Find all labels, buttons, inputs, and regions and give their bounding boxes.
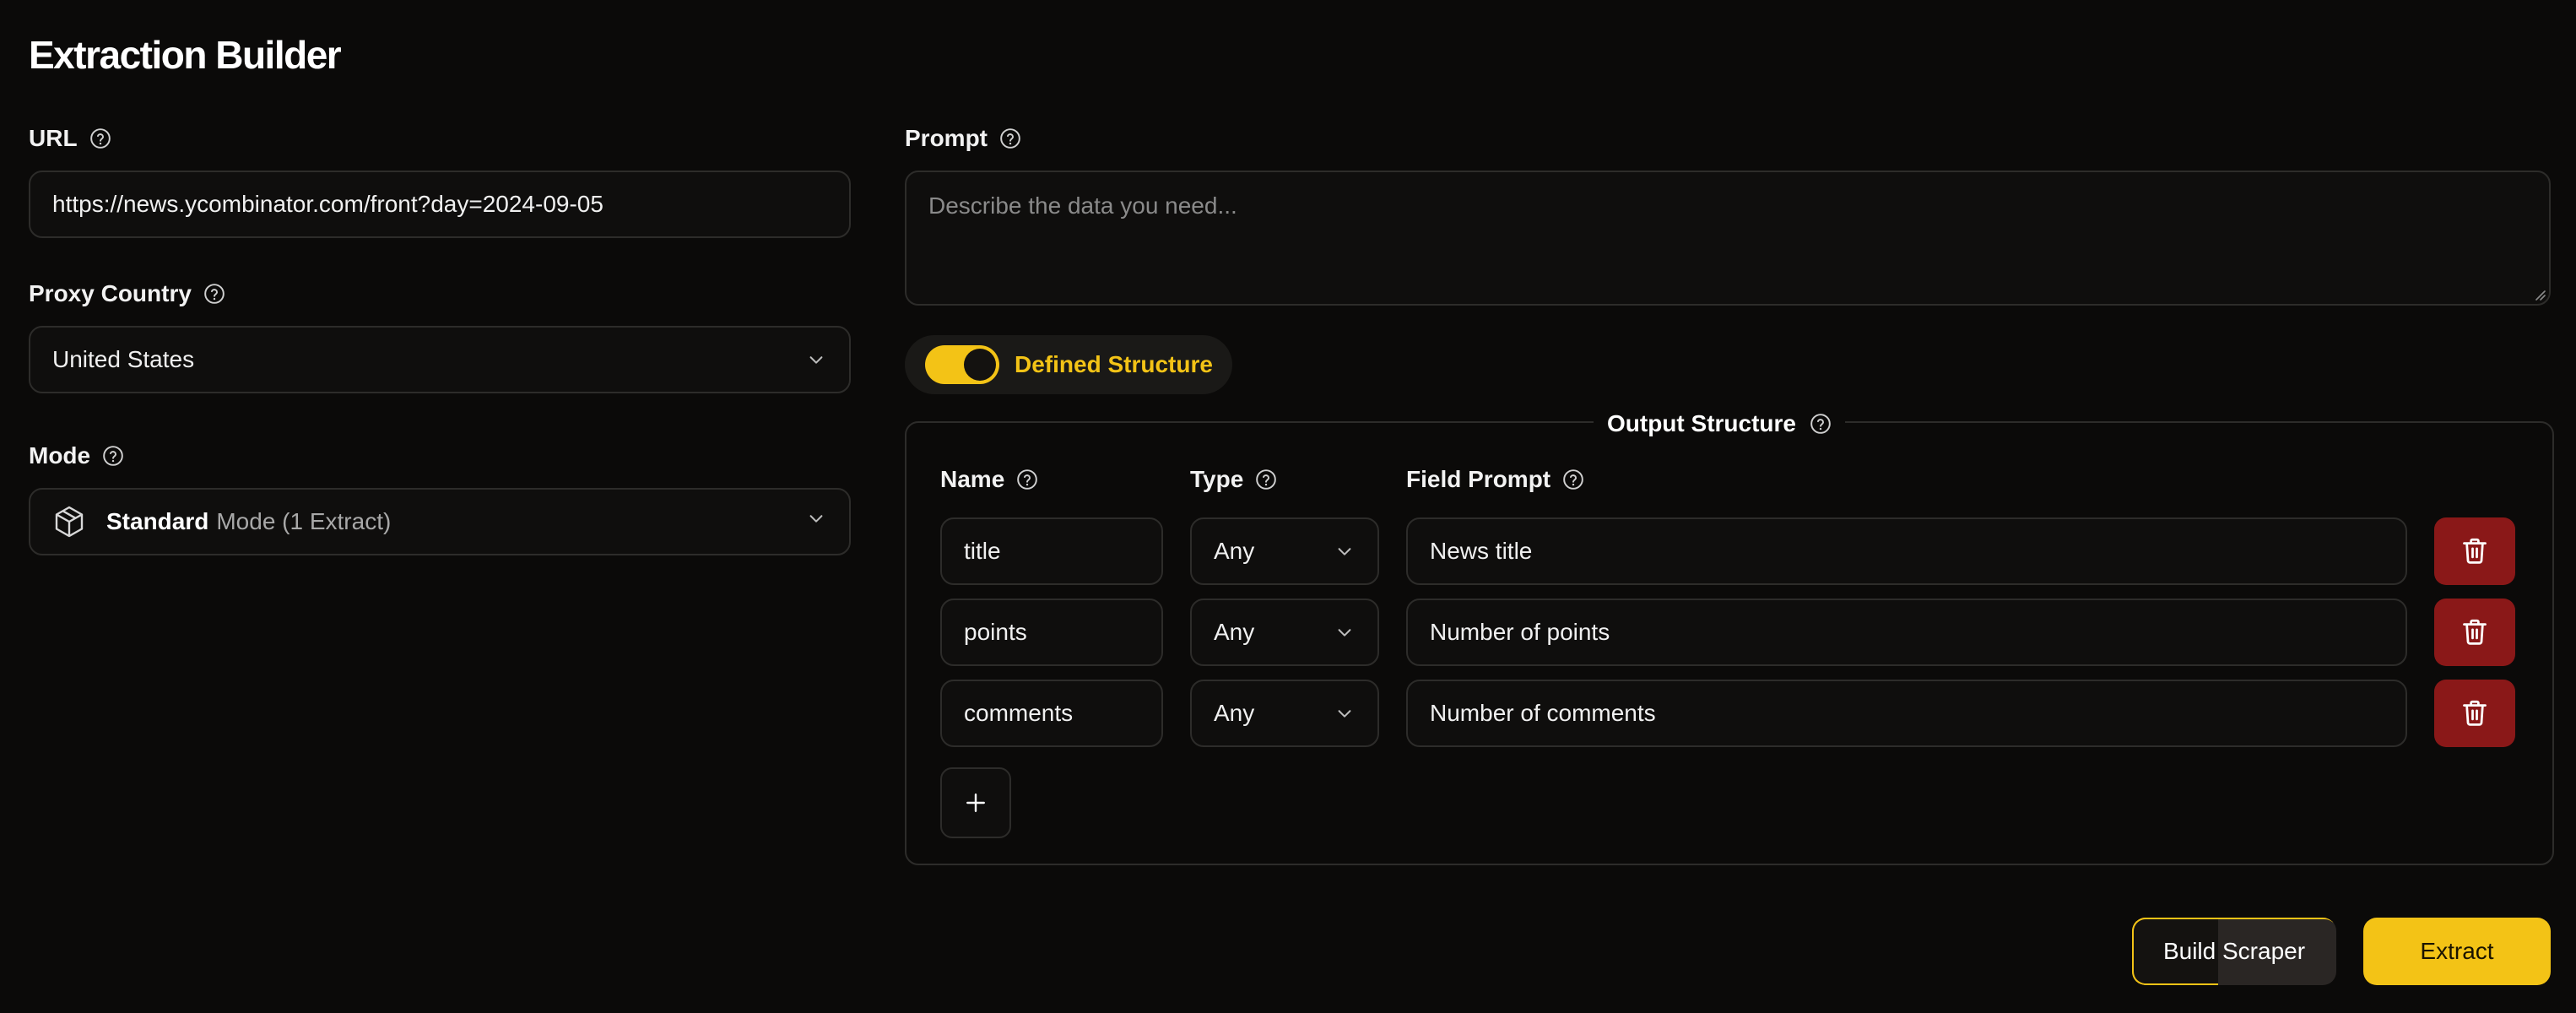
name-header-group: Name <box>940 466 1038 493</box>
extract-button[interactable]: Extract <box>2363 918 2551 985</box>
chevron-down-icon <box>807 350 825 369</box>
defined-structure-toggle[interactable] <box>925 345 999 384</box>
field-type-value: Any <box>1214 619 1255 645</box>
defined-structure-label[interactable]: Defined Structure <box>1015 351 1213 378</box>
field-prompt-help-icon[interactable] <box>1562 469 1584 490</box>
type-column-header: Type <box>1190 466 1244 492</box>
resize-handle-icon[interactable] <box>2532 287 2546 301</box>
page-title: Extraction Builder <box>29 33 342 77</box>
url-label: URL <box>29 125 78 151</box>
field-type-value: Any <box>1214 700 1255 726</box>
chevron-down-icon <box>1335 704 1354 723</box>
prompt-help-icon[interactable] <box>999 127 1021 149</box>
delete-field-button[interactable] <box>2434 599 2515 666</box>
proxy-country-select[interactable]: United States <box>29 326 851 393</box>
field-name-value: comments <box>964 700 1074 726</box>
defined-structure-toggle-group: Defined Structure <box>905 335 1232 394</box>
mode-label: Mode <box>29 442 91 469</box>
prompt-textarea[interactable]: Describe the data you need... <box>905 171 2551 306</box>
field-prompt-value: Number of points <box>1430 619 1610 645</box>
mode-value-rest: Mode (1 Extract) <box>216 508 392 534</box>
field-type-select[interactable]: Any <box>1190 517 1379 585</box>
output-structure-title: Output Structure <box>1607 410 1796 436</box>
proxy-country-label: Proxy Country <box>29 280 192 306</box>
field-type-select[interactable]: Any <box>1190 680 1379 747</box>
output-structure-legend: Output Structure <box>1594 407 1845 441</box>
add-field-button[interactable] <box>940 767 1011 838</box>
field-name-value: title <box>964 538 1001 564</box>
url-label-group: URL <box>29 125 111 152</box>
field-name-input[interactable]: points <box>940 599 1163 666</box>
type-header-group: Type <box>1190 466 1277 493</box>
proxy-label-group: Proxy Country <box>29 280 225 307</box>
mode-label-group: Mode <box>29 442 124 469</box>
field-prompt-input[interactable]: Number of comments <box>1406 680 2407 747</box>
field-prompt-input[interactable]: Number of points <box>1406 599 2407 666</box>
output-structure-help-icon[interactable] <box>1810 413 1832 435</box>
prompt-label: Prompt <box>905 125 988 151</box>
name-help-icon[interactable] <box>1016 469 1038 490</box>
trash-icon <box>2462 618 2487 647</box>
delete-field-button[interactable] <box>2434 680 2515 747</box>
field-name-value: points <box>964 619 1027 645</box>
field-prompt-input[interactable]: News title <box>1406 517 2407 585</box>
trash-icon <box>2462 537 2487 566</box>
extract-label: Extract <box>2420 938 2494 964</box>
url-input[interactable]: https://news.ycombinator.com/front?day=2… <box>29 171 851 238</box>
name-column-header: Name <box>940 466 1005 492</box>
chevron-down-icon <box>1335 542 1354 561</box>
mode-value-strong: Standard <box>106 508 209 534</box>
plus-icon <box>966 794 985 812</box>
proxy-help-icon[interactable] <box>203 283 225 305</box>
field-name-input[interactable]: title <box>940 517 1163 585</box>
url-input-value: https://news.ycombinator.com/front?day=2… <box>52 191 603 217</box>
field-type-select[interactable]: Any <box>1190 599 1379 666</box>
chevron-down-icon <box>1335 623 1354 642</box>
type-help-icon[interactable] <box>1255 469 1277 490</box>
field-prompt-column-header: Field Prompt <box>1406 466 1551 492</box>
delete-field-button[interactable] <box>2434 517 2515 585</box>
field-type-value: Any <box>1214 538 1255 564</box>
trash-icon <box>2462 699 2487 728</box>
field-prompt-value: Number of comments <box>1430 700 1656 726</box>
build-scraper-label: Build Scraper <box>2162 938 2306 964</box>
prompt-placeholder: Describe the data you need... <box>928 192 1237 219</box>
cube-icon <box>52 505 86 539</box>
mode-select[interactable]: Standard Mode (1 Extract) <box>29 488 851 555</box>
field-prompt-header-group: Field Prompt <box>1406 466 1584 493</box>
proxy-country-value: United States <box>52 346 195 372</box>
toggle-knob <box>964 349 996 381</box>
build-scraper-button[interactable]: Build Scraper <box>2132 918 2336 985</box>
chevron-down-icon <box>807 509 825 528</box>
url-help-icon[interactable] <box>89 127 111 149</box>
field-name-input[interactable]: comments <box>940 680 1163 747</box>
prompt-label-group: Prompt <box>905 125 1021 152</box>
field-prompt-value: News title <box>1430 538 1533 564</box>
mode-help-icon[interactable] <box>102 445 124 467</box>
